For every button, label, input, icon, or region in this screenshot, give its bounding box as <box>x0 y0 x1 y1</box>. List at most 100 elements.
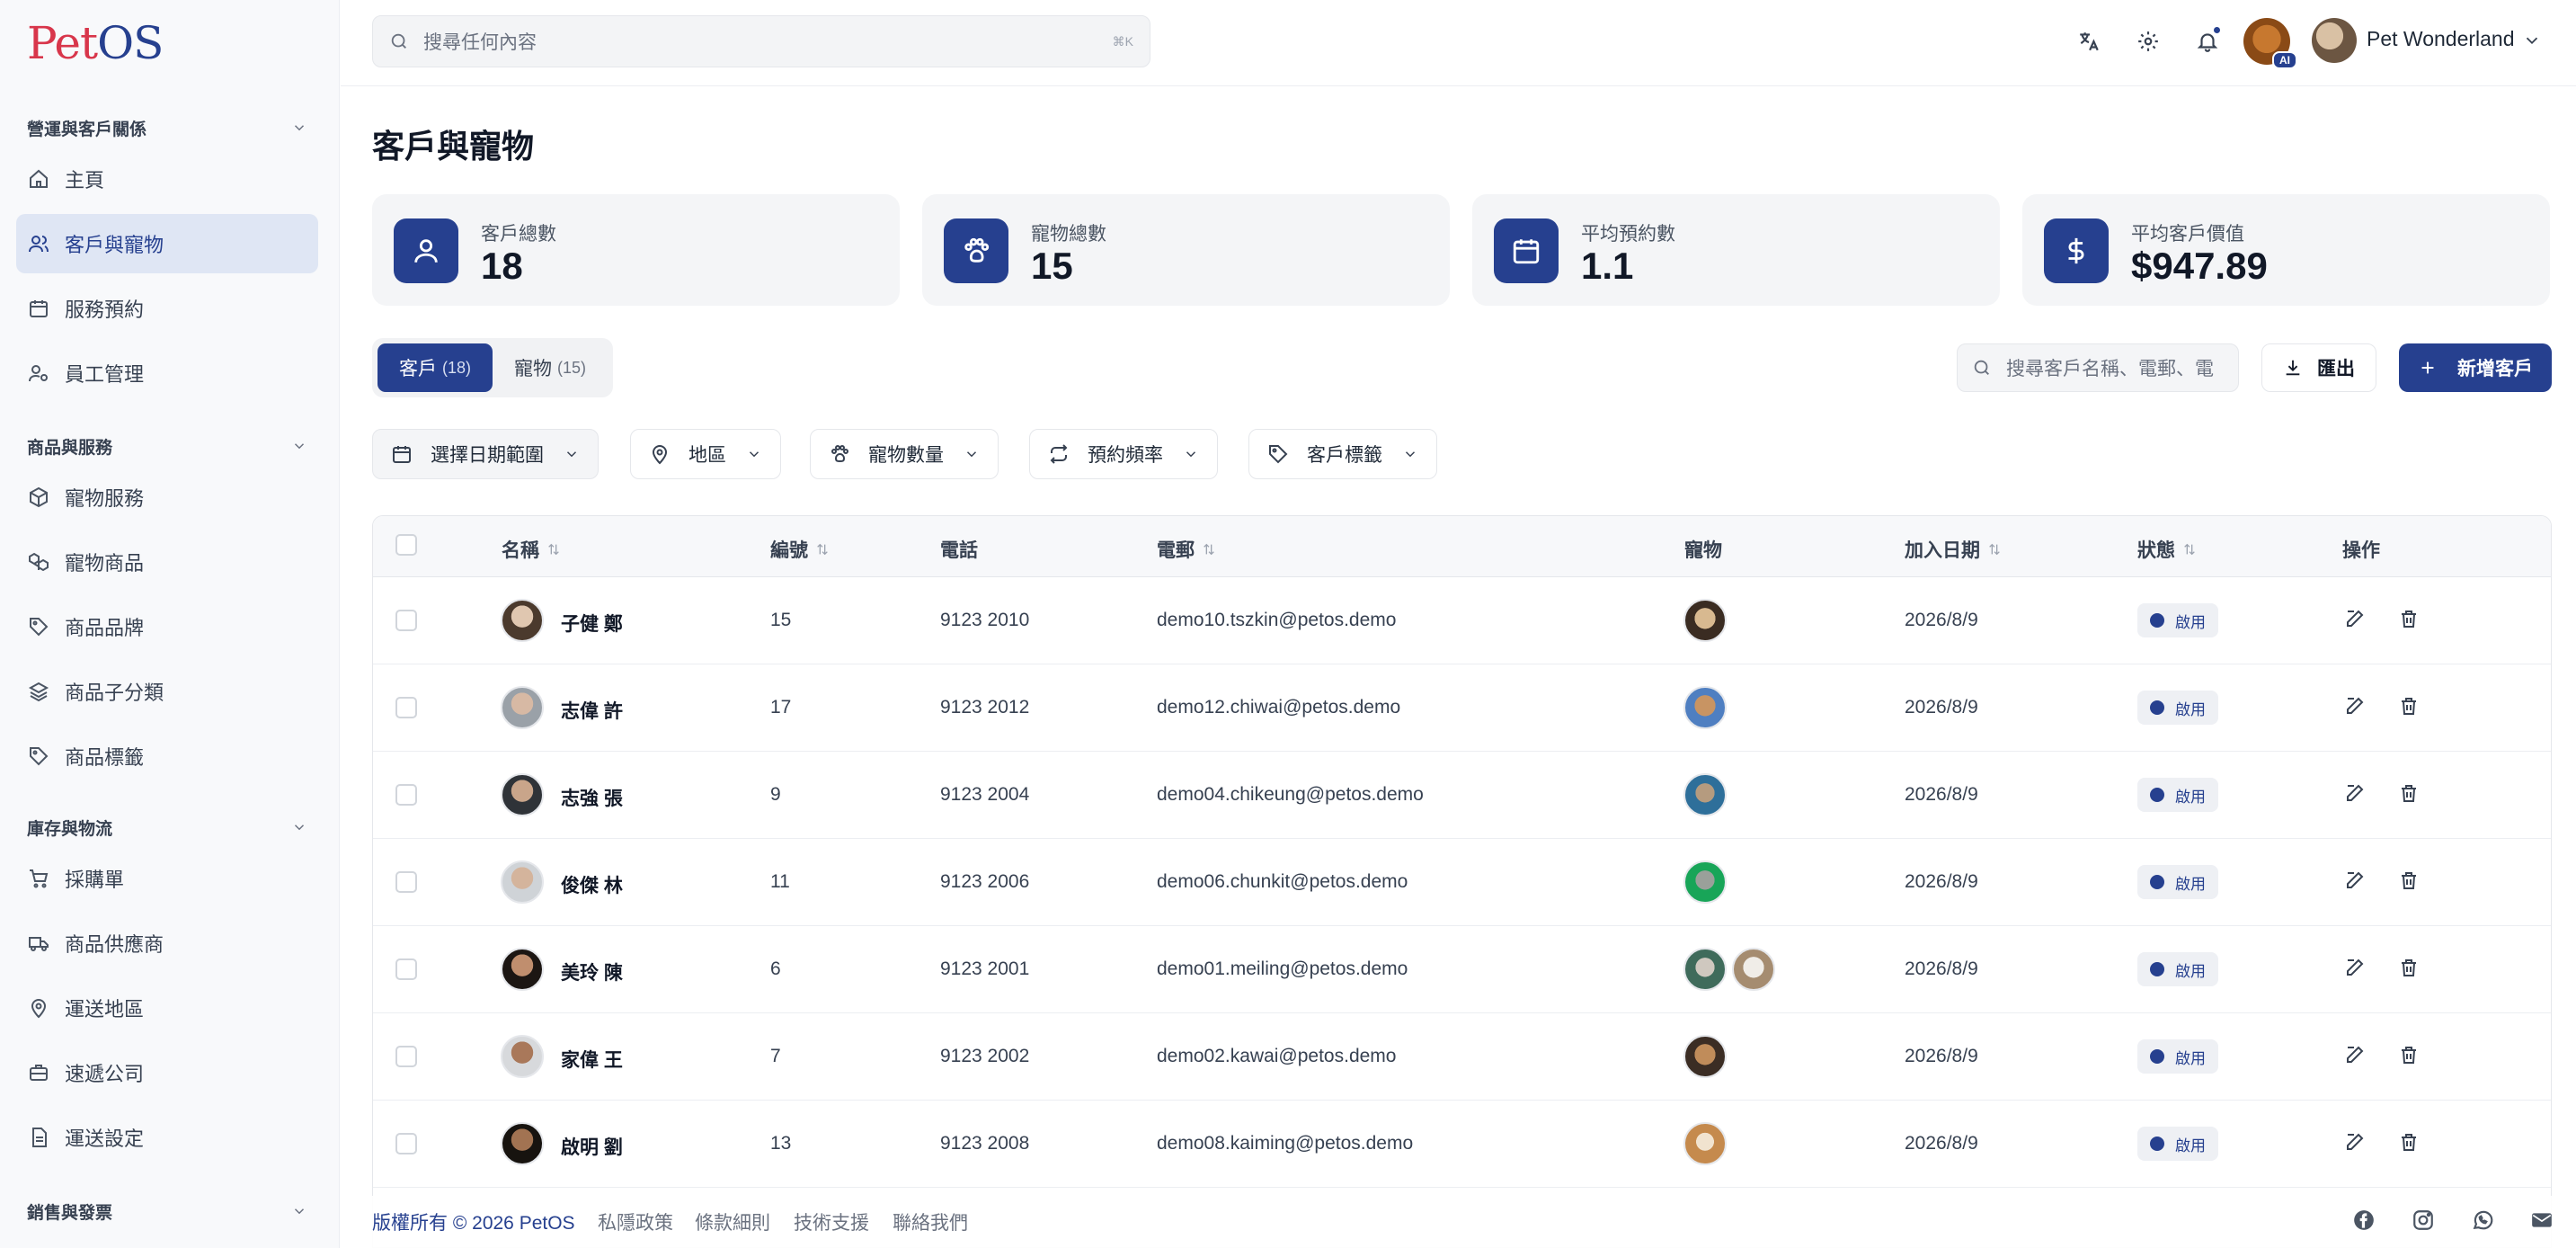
sidebar-item-suppliers[interactable]: 商品供應商 <box>16 914 318 973</box>
pet-avatar[interactable] <box>1683 1122 1727 1165</box>
bell-icon[interactable] <box>2191 25 2224 58</box>
sidebar-item-product-tags[interactable]: 商品標籤 <box>16 727 318 786</box>
group-header-operations[interactable]: 營運與客戶關係 <box>16 111 318 144</box>
sidebar-item-staff[interactable]: 員工管理 <box>16 343 318 403</box>
settings-icon[interactable] <box>2132 25 2164 58</box>
sidebar-item-pet-services[interactable]: 寵物服務 <box>16 468 318 527</box>
sidebar-item-couriers[interactable]: 速遞公司 <box>16 1043 318 1102</box>
shortcut-hint: ⌘K <box>1112 33 1133 49</box>
user-avatar[interactable] <box>2312 18 2357 63</box>
home-icon <box>25 165 52 192</box>
table-row[interactable]: 志偉 許 17 9123 2012 demo12.chiwai@petos.de… <box>373 664 2551 752</box>
row-checkbox[interactable] <box>395 697 417 718</box>
edit-icon[interactable] <box>2344 1044 2369 1069</box>
sidebar-item-subcategories[interactable]: 商品子分類 <box>16 662 318 721</box>
avatar <box>501 773 544 816</box>
edit-icon[interactable] <box>2344 782 2369 807</box>
pet-avatar[interactable] <box>1683 1035 1727 1078</box>
tab-pets[interactable]: 寵物 (15) <box>493 343 608 392</box>
edit-icon[interactable] <box>2344 1131 2369 1156</box>
filter-date-range[interactable]: 選擇日期範圍 <box>372 429 599 479</box>
group-header-sales[interactable]: 銷售與發票 <box>16 1195 318 1227</box>
sidebar-item-purchase-orders[interactable]: 採購單 <box>16 849 318 908</box>
avatar <box>501 948 544 991</box>
tag-icon <box>1269 445 1288 464</box>
sidebar-item-brands[interactable]: 商品品牌 <box>16 597 318 656</box>
footer-link-privacy[interactable]: 私隱政策 <box>598 1208 673 1235</box>
sidebar-item-pet-products[interactable]: 寵物商品 <box>16 532 318 592</box>
chevron-down-icon[interactable] <box>2522 31 2542 50</box>
pet-avatar[interactable] <box>1683 948 1727 991</box>
customer-search-input[interactable]: 搜尋客戶名稱、電郵、電 <box>1957 343 2239 392</box>
table-row[interactable]: 美玲 陳 6 9123 2001 demo01.meiling@petos.de… <box>373 926 2551 1013</box>
instagram-icon[interactable] <box>2412 1208 2435 1232</box>
group-header-inventory[interactable]: 庫存與物流 <box>16 811 318 843</box>
repeat-icon <box>1050 444 1068 464</box>
pet-avatar[interactable] <box>1683 599 1727 642</box>
trash-icon[interactable] <box>2398 957 2423 982</box>
edit-icon[interactable] <box>2344 957 2369 982</box>
edit-icon[interactable] <box>2344 695 2369 720</box>
user-cog-icon <box>25 360 52 387</box>
trash-icon[interactable] <box>2398 1044 2423 1069</box>
row-checkbox[interactable] <box>395 1133 417 1154</box>
table-row[interactable]: 志強 張 9 9123 2004 demo04.chikeung@petos.d… <box>373 752 2551 839</box>
column-header-email[interactable]: 電郵 <box>1157 536 1216 563</box>
pet-avatar[interactable] <box>1683 686 1727 729</box>
trash-icon[interactable] <box>2398 1131 2423 1156</box>
column-header-joined[interactable]: 加入日期 <box>1905 536 2002 563</box>
stat-card-avg-customer-value: 平均客戶價值 $947.89 <box>2022 194 2550 306</box>
sort-icon <box>548 543 559 556</box>
user-name[interactable]: Pet Wonderland <box>2367 27 2515 51</box>
whatsapp-icon[interactable] <box>2471 1208 2494 1232</box>
add-customer-button[interactable]: 新增客戶 <box>2399 343 2552 392</box>
global-search-input[interactable]: 搜尋任何內容 ⌘K <box>372 15 1150 67</box>
trash-icon[interactable] <box>2398 608 2423 633</box>
table-row[interactable]: 子健 鄭 15 9123 2010 demo10.tszkin@petos.de… <box>373 577 2551 664</box>
row-checkbox[interactable] <box>395 871 417 893</box>
chevron-down-icon <box>749 451 759 458</box>
table-row[interactable]: 家偉 王 7 9123 2002 demo02.kawai@petos.demo… <box>373 1013 2551 1101</box>
trash-icon[interactable] <box>2398 782 2423 807</box>
row-checkbox[interactable] <box>395 958 417 980</box>
group-header-products[interactable]: 商品與服務 <box>16 430 318 462</box>
filter-booking-frequency[interactable]: 預約頻率 <box>1029 429 1218 479</box>
user-icon <box>394 218 458 283</box>
column-header-id[interactable]: 編號 <box>770 536 830 563</box>
app-logo[interactable]: Pet OS <box>27 16 164 70</box>
table-row[interactable]: 俊傑 林 11 9123 2006 demo06.chunkit@petos.d… <box>373 839 2551 926</box>
sidebar-item-shipping-settings[interactable]: 運送設定 <box>16 1108 318 1167</box>
tags-icon <box>25 743 52 770</box>
export-button[interactable]: 匯出 <box>2261 343 2376 392</box>
edit-icon[interactable] <box>2344 608 2369 633</box>
pet-avatar[interactable] <box>1732 948 1775 991</box>
sidebar-item-appointments[interactable]: 服務預約 <box>16 279 318 338</box>
sidebar-item-shipping-regions[interactable]: 運送地區 <box>16 978 318 1038</box>
pet-avatar[interactable] <box>1683 860 1727 904</box>
filter-region[interactable]: 地區 <box>630 429 781 479</box>
row-checkbox[interactable] <box>395 1046 417 1067</box>
footer-link-terms[interactable]: 條款細則 <box>695 1208 770 1235</box>
facebook-icon[interactable] <box>2352 1208 2376 1232</box>
footer-link-support[interactable]: 技術支援 <box>794 1208 869 1235</box>
sidebar-item-customers[interactable]: 客戶與寵物 <box>16 214 318 273</box>
tab-customers[interactable]: 客戶 (18) <box>378 343 493 392</box>
mail-icon[interactable] <box>2530 1208 2554 1232</box>
pet-avatar[interactable] <box>1683 773 1727 816</box>
translate-icon[interactable] <box>2073 25 2105 58</box>
trash-icon[interactable] <box>2398 695 2423 720</box>
filter-pet-count[interactable]: 寵物數量 <box>810 429 999 479</box>
sidebar-item-home[interactable]: 主頁 <box>16 149 318 209</box>
column-header-name[interactable]: 名稱 <box>502 536 561 563</box>
edit-icon[interactable] <box>2344 869 2369 895</box>
trash-icon[interactable] <box>2398 869 2423 895</box>
column-header-status[interactable]: 狀態 <box>2137 536 2197 563</box>
footer-link-contact[interactable]: 聯絡我們 <box>893 1208 968 1235</box>
row-checkbox[interactable] <box>395 610 417 631</box>
table-row[interactable]: 啟明 劉 13 9123 2008 demo08.kaiming@petos.d… <box>373 1101 2551 1188</box>
filter-customer-tags[interactable]: 客戶標籤 <box>1248 429 1437 479</box>
chevron-down-icon <box>566 451 577 458</box>
select-all-checkbox[interactable] <box>395 534 417 556</box>
customers-table: 名稱 編號 電話 電郵 寵物 加入日期 狀態 操作 子健 鄭 15 9123 2… <box>372 515 2552 1248</box>
row-checkbox[interactable] <box>395 784 417 806</box>
